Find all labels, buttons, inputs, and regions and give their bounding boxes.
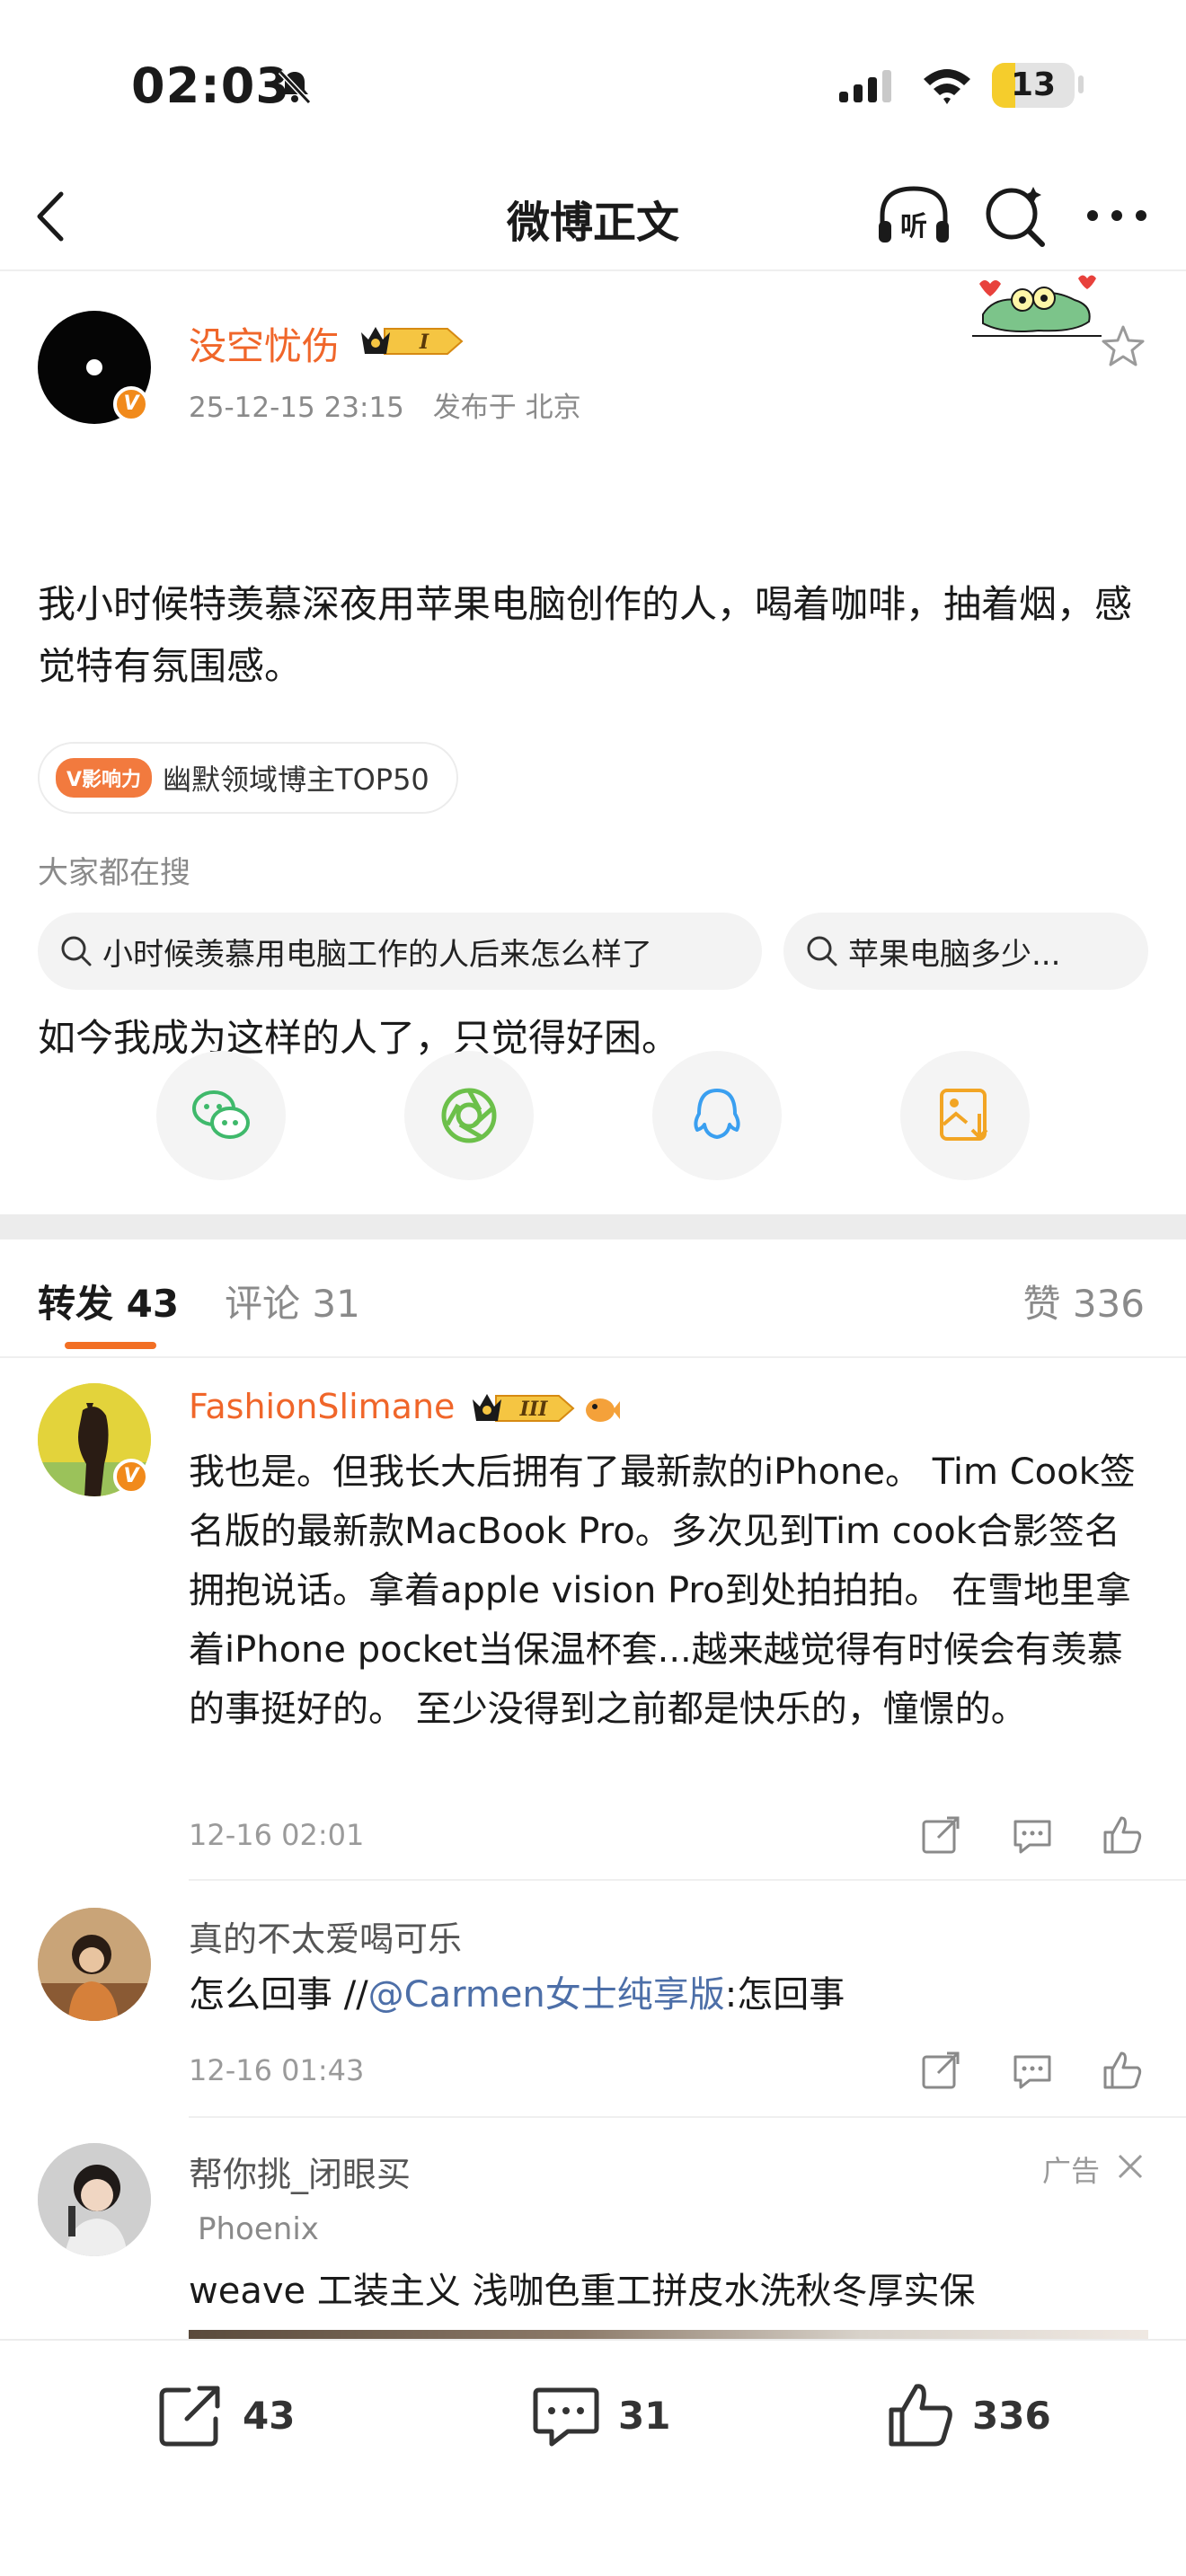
level-text: III — [519, 1398, 549, 1421]
author-name[interactable]: 没空忧伤 — [189, 316, 340, 371]
signal-icon — [839, 70, 891, 102]
post-meta: 25-12-15 23:15 发布于 北京 — [189, 384, 601, 425]
post-location: 发布于 北京 — [432, 392, 581, 424]
commenter-name[interactable]: FashionSlimane — [189, 1387, 455, 1426]
nav-bar: 微博正文 听 — [0, 162, 1186, 271]
comment-text-prefix: 怎么回事 // — [189, 1974, 368, 2016]
listen-label: 听 — [900, 211, 927, 243]
influence-tag[interactable]: V影响力 幽默领域博主TOP50 — [38, 742, 458, 814]
comment-button[interactable]: 31 — [528, 2375, 670, 2456]
qq-icon — [694, 1089, 740, 1139]
comment-text: 怎么回事 //@Carmen女士纯享版:怎回事 — [189, 1965, 1150, 2025]
search-chip-icon — [61, 936, 92, 966]
tab-repost[interactable]: 转发 43 — [38, 1274, 179, 1328]
ad-avatar[interactable] — [38, 2143, 151, 2256]
battery-level: 13 — [1010, 66, 1057, 103]
wifi-icon — [924, 69, 970, 104]
moments-icon — [441, 1088, 497, 1143]
commenter-avatar[interactable] — [38, 1908, 151, 2021]
repost-icon[interactable] — [918, 1813, 963, 1857]
share-moments-button[interactable] — [404, 1051, 534, 1180]
post-paragraph-1: 我小时候特羡慕深夜用苹果电脑创作的人，喝着咖啡，抽着烟，感觉特有氛围感。 — [38, 582, 1133, 688]
person-avatar-icon — [38, 2143, 151, 2256]
comment-divider — [189, 1879, 1186, 1881]
decor-sticker-icon — [972, 275, 1102, 337]
level-badge: III — [473, 1394, 575, 1422]
ad-brand: Phoenix — [198, 2211, 319, 2247]
bottom-action-bar: 43 31 336 — [0, 2339, 1186, 2576]
share-qq-button[interactable] — [652, 1051, 782, 1180]
listen-icon[interactable]: 听 — [875, 181, 952, 250]
like-icon[interactable] — [1100, 1813, 1145, 1857]
bell-off-icon — [278, 69, 312, 105]
repost-button[interactable]: 43 — [153, 2375, 295, 2456]
tab-likes[interactable]: 赞 336 — [1022, 1274, 1145, 1328]
like-count: 336 — [972, 2393, 1051, 2438]
post-date: 25-12-15 23:15 — [189, 392, 404, 424]
comment-text-suffix: :怎回事 — [724, 1974, 845, 2016]
post-tabs: 转发 43 评论 31 赞 336 — [0, 1239, 1186, 1358]
more-icon[interactable] — [1084, 198, 1150, 234]
like-icon[interactable] — [1100, 2048, 1145, 2093]
comment-icon[interactable] — [1010, 2048, 1055, 2093]
comment-icon[interactable] — [1010, 1813, 1055, 1857]
share-wechat-button[interactable] — [156, 1051, 286, 1180]
ad-tag: 广告 — [1042, 2154, 1101, 2188]
verified-badge: V — [113, 386, 149, 422]
ad-text[interactable]: weave 工装主义 浅咖色重工拼皮水洗秋冬厚实保 — [189, 2262, 976, 2314]
influence-label: 幽默领域博主TOP50 — [163, 763, 429, 797]
ad-name[interactable]: 帮你挑_闭眼买 — [189, 2147, 411, 2196]
influence-badge: V影响力 — [56, 758, 153, 798]
close-icon[interactable] — [1114, 2150, 1146, 2183]
battery-icon: 13 — [992, 63, 1075, 108]
section-divider — [0, 1214, 1186, 1239]
comment-divider — [189, 2116, 1186, 2118]
comment-time: 12-16 02:01 — [189, 1818, 365, 1852]
tab-active-indicator — [65, 1342, 156, 1349]
verified-badge: V — [113, 1459, 149, 1495]
status-bar: 02:03 13 — [0, 0, 1186, 162]
repost-icon[interactable] — [918, 2048, 963, 2093]
comment-time: 12-16 01:43 — [189, 2053, 365, 2087]
save-image-icon — [940, 1089, 988, 1141]
search-chip-label: 小时候羡慕用电脑工作的人后来怎么样了 — [102, 936, 652, 973]
fish-emoji-icon — [586, 1398, 620, 1422]
star-icon[interactable] — [1100, 323, 1146, 370]
like-icon — [889, 2384, 952, 2447]
commenter-name[interactable]: 真的不太爱喝可乐 — [189, 1911, 462, 1961]
related-search-title: 大家都在搜 — [38, 855, 190, 891]
search-chip-2[interactable]: 苹果电脑多少... — [783, 913, 1148, 990]
comment-icon — [533, 2387, 599, 2447]
search-chip-label: 苹果电脑多少... — [848, 936, 1061, 973]
save-image-button[interactable] — [900, 1051, 1030, 1180]
battery-cap — [1078, 75, 1084, 93]
level-text: I — [419, 331, 429, 354]
status-time: 02:03 — [131, 57, 290, 114]
mention-link[interactable]: @Carmen女士纯享版 — [368, 1974, 725, 2016]
search-icon[interactable] — [981, 181, 1049, 250]
repost-icon — [159, 2386, 220, 2447]
level-badge: I — [361, 327, 464, 355]
comment-count: 31 — [618, 2393, 671, 2438]
repost-count: 43 — [243, 2393, 296, 2438]
search-chip-1[interactable]: 小时候羡慕用电脑工作的人后来怎么样了 — [38, 913, 762, 990]
tab-comment[interactable]: 评论 31 — [225, 1274, 360, 1328]
search-chip-icon — [807, 936, 837, 966]
like-button[interactable]: 336 — [882, 2375, 1051, 2456]
comment-text: 我也是。但我长大后拥有了最新款的iPhone。 Tim Cook签名版的最新款M… — [189, 1451, 1136, 1730]
wechat-icon — [192, 1090, 250, 1139]
person-avatar-icon — [38, 1908, 151, 2021]
